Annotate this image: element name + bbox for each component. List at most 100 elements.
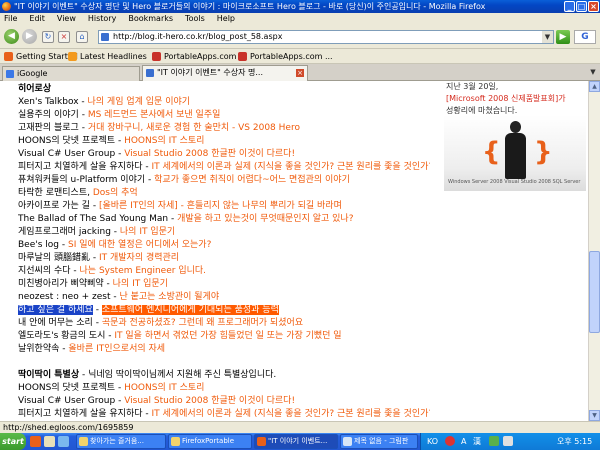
search-engine-icon[interactable]: G bbox=[574, 30, 596, 44]
post-title-link[interactable]: IT 일을 하면서 겪었던 가장 힘들었던 일 또는 가장 기뻤던 일 bbox=[114, 331, 341, 341]
post-title-link[interactable]: 나의 IT 입문기 bbox=[113, 279, 168, 289]
quicklaunch-ie-icon[interactable] bbox=[58, 436, 69, 447]
event-banner[interactable]: 지난 3월 20일, [Microsoft 2008 신제품발표회]가 성황리에… bbox=[440, 81, 588, 193]
blog-name[interactable]: 타락한 로맨티스트 bbox=[18, 188, 87, 198]
address-dropdown-icon[interactable]: ▼ bbox=[542, 31, 553, 43]
tray-app-icon[interactable] bbox=[445, 436, 455, 446]
quicklaunch-folder-icon[interactable] bbox=[44, 436, 55, 447]
post-title-link[interactable]: MS 레드먼드 본사에서 보낸 일주일 bbox=[88, 110, 221, 120]
post-title-link[interactable]: 거대 장바구니, 새로운 경험 한 술만치 - VS 2008 Hero bbox=[88, 123, 300, 133]
scroll-up-icon[interactable]: ▲ bbox=[589, 81, 600, 92]
blog-name[interactable]: Visual C# User Group bbox=[18, 396, 115, 406]
blog-name[interactable]: 고재판의 블로그 bbox=[18, 123, 79, 133]
post-title-link[interactable]: SI 일에 대한 열정은 어디에서 오는가? bbox=[68, 240, 211, 250]
tray-volume-icon[interactable] bbox=[503, 436, 513, 446]
scroll-thumb[interactable] bbox=[589, 251, 600, 333]
blog-name[interactable]: HOONS의 닷넷 프로젝트 bbox=[18, 136, 115, 146]
menu-file[interactable]: File bbox=[4, 13, 17, 25]
tab-close-icon[interactable]: × bbox=[296, 69, 304, 77]
menu-tools[interactable]: Tools bbox=[185, 13, 205, 25]
window-title-bar[interactable]: "IT 이야기 이벤트" 수상자 명단 및 Hero 블로거들의 이야기 : 마… bbox=[0, 0, 600, 13]
scroll-down-icon[interactable]: ▼ bbox=[589, 410, 600, 421]
post-title-link[interactable]: Visual Studio 2008 한글판 이것이 다르다! bbox=[124, 149, 295, 159]
menu-view[interactable]: View bbox=[57, 13, 76, 25]
post-title-link[interactable]: 나의 IT 입문기 bbox=[120, 227, 175, 237]
stop-icon[interactable]: × bbox=[58, 31, 70, 43]
start-button[interactable]: start bbox=[0, 433, 26, 450]
quicklaunch-firefox-icon[interactable] bbox=[30, 436, 41, 447]
blog-name[interactable]: Visual C# User Group bbox=[18, 149, 115, 159]
blog-name[interactable]: 피터지고 치열하게 살을 유지하다 bbox=[18, 409, 143, 419]
blog-name[interactable]: HOONS의 닷넷 프로젝트 bbox=[18, 383, 115, 393]
vertical-scrollbar[interactable]: ▲ ▼ bbox=[588, 81, 600, 421]
tray-network-icon[interactable] bbox=[489, 436, 499, 446]
minimize-button[interactable]: _ bbox=[564, 1, 575, 12]
blog-name[interactable]: 아카이프로 가는 길 bbox=[18, 201, 90, 211]
blog-name[interactable]: The Ballad of The Sad Young Man bbox=[18, 214, 168, 224]
bookmark-portableapps-more[interactable]: PortableApps.com ... bbox=[238, 49, 333, 63]
blog-name[interactable]: 마루날의 頭腦錯亂 bbox=[18, 253, 90, 263]
menu-bookmarks[interactable]: Bookmarks bbox=[128, 13, 173, 25]
blog-name[interactable]: neozest : neo + zest bbox=[18, 292, 110, 302]
separator: - bbox=[110, 227, 120, 237]
task-firefoxportable[interactable]: FirefoxPortable bbox=[168, 434, 252, 449]
tab-it-hero-blog[interactable]: "IT 이야기 이벤트" 수상자 명... × bbox=[142, 65, 308, 81]
folder-icon bbox=[79, 437, 88, 446]
post-title-link[interactable]: 올바른 IT인으로서의 자세 bbox=[68, 344, 165, 354]
blog-name[interactable]: 날위한약속 bbox=[18, 344, 59, 354]
blog-name[interactable]: 실용주의 이야기 bbox=[18, 110, 79, 120]
tab-igoogle[interactable]: iGoogle bbox=[2, 66, 140, 81]
back-button[interactable]: ◀ bbox=[4, 29, 19, 44]
post-title-link[interactable]: 난 붙고는 소방관이 될게야 bbox=[119, 292, 219, 302]
post-title-link[interactable]: 소프트웨어 엔지니어에게 기대되는 품성과 능력 bbox=[101, 305, 279, 315]
blog-name[interactable]: 내 안에 머무는 소리 bbox=[18, 318, 93, 328]
blog-name[interactable]: 엘도라도's 황금의 도시 bbox=[18, 331, 105, 341]
address-bar[interactable]: http://blog.it-hero.co.kr/blog_post_58.a… bbox=[98, 30, 554, 44]
blog-name[interactable]: 지선씨의 수다 bbox=[18, 266, 71, 276]
ime-indicator[interactable]: KO bbox=[427, 433, 438, 450]
post-title-link[interactable]: IT 개발자의 경력관리 bbox=[99, 253, 179, 263]
post-title-link[interactable]: [올바른 IT인의 자세] - 흔들리지 않는 나무의 뿌리가 되길 바라며 bbox=[99, 201, 342, 211]
blog-name[interactable]: 피터지고 치열하게 살을 유지하다 bbox=[18, 162, 143, 172]
maximize-button[interactable]: □ bbox=[576, 1, 587, 12]
blog-name[interactable]: Xen's Talkbox bbox=[18, 97, 79, 107]
post-title-link[interactable]: 나의 게임 업계 입문 이야기 bbox=[88, 97, 191, 107]
post-title-link[interactable]: 나는 System Engineer 입니다. bbox=[80, 266, 207, 276]
post-title-link[interactable]: Visual Studio 2008 한글판 이것이 다르다! bbox=[124, 396, 295, 406]
blog-name[interactable]: 하고 싶은 걸 하세요 bbox=[18, 305, 93, 315]
task-paint-window[interactable]: 제목 없음 - 그림판 bbox=[340, 434, 418, 449]
post-title-link[interactable]: IT 세계에서의 이론과 실제 (지식을 좋을 것인가? 근본 원리를 좇을 것… bbox=[152, 162, 431, 172]
separator: - bbox=[70, 266, 80, 276]
post-title-link[interactable]: HOONS의 IT 스토리 bbox=[124, 136, 204, 146]
separator: - bbox=[142, 409, 152, 419]
reload-icon[interactable]: ↻ bbox=[42, 31, 54, 43]
hero-award-entry: 엘도라도's 황금의 도시 - IT 일을 하면서 겪었던 가장 힘들었던 일 … bbox=[18, 330, 430, 343]
post-title-link[interactable]: HOONS의 IT 스토리 bbox=[124, 383, 204, 393]
menu-history[interactable]: History bbox=[88, 13, 116, 25]
blog-name[interactable]: Bee's log bbox=[18, 240, 59, 250]
tab-list-arrow-icon[interactable]: ▼ bbox=[588, 68, 598, 78]
bookmark-getting-started[interactable]: Getting Started bbox=[4, 49, 78, 63]
go-button[interactable]: ▶ bbox=[556, 30, 570, 44]
task-firefox-window[interactable]: "IT 이야기 이벤트... bbox=[254, 434, 338, 449]
blog-name[interactable]: 퓨쳐워커들의 u-Platform 이야기 bbox=[18, 175, 145, 185]
bookmark-portableapps[interactable]: PortableApps.com bbox=[152, 49, 236, 63]
blog-name[interactable]: 게임프로그래머 jacking bbox=[18, 227, 111, 237]
bookmark-latest-headlines[interactable]: Latest Headlines bbox=[68, 49, 147, 63]
window-title: "IT 이야기 이벤트" 수상자 명단 및 Hero 블로거들의 이야기 : 마… bbox=[14, 2, 486, 11]
post-title-link[interactable]: Dos의 추억 bbox=[93, 188, 138, 198]
task-explorer-window[interactable]: 찾아가는 즐거움... bbox=[76, 434, 166, 449]
home-icon[interactable]: ⌂ bbox=[76, 31, 88, 43]
post-title-link[interactable]: 곡문과 전공하셨죠? 그런데 왜 프로그래머가 되셨어요 bbox=[102, 318, 303, 328]
menu-edit[interactable]: Edit bbox=[29, 13, 45, 25]
post-title-link[interactable]: IT 세계에서의 이론과 실제 (지식을 좋을 것인가? 근본 원리를 좇을 것… bbox=[152, 409, 431, 419]
hero-award-entry: 고재판의 블로그 - 거대 장바구니, 새로운 경험 한 술만치 - VS 20… bbox=[18, 122, 430, 135]
input-mode-a[interactable]: A bbox=[461, 433, 466, 450]
menu-help[interactable]: Help bbox=[217, 13, 235, 25]
post-title-link[interactable]: 개발을 하고 있는것이 무엇때문인지 알고 있나? bbox=[177, 214, 353, 224]
close-button[interactable]: × bbox=[588, 1, 599, 12]
post-title-link[interactable]: 학교가 좋으면 취직이 어렵다~어느 면접관의 이야기 bbox=[154, 175, 350, 185]
hanja-mode-icon[interactable]: 漢 bbox=[473, 433, 481, 450]
forward-button[interactable]: ▶ bbox=[22, 29, 37, 44]
blog-name[interactable]: 미친병아리가 삐약삐약 bbox=[18, 279, 104, 289]
